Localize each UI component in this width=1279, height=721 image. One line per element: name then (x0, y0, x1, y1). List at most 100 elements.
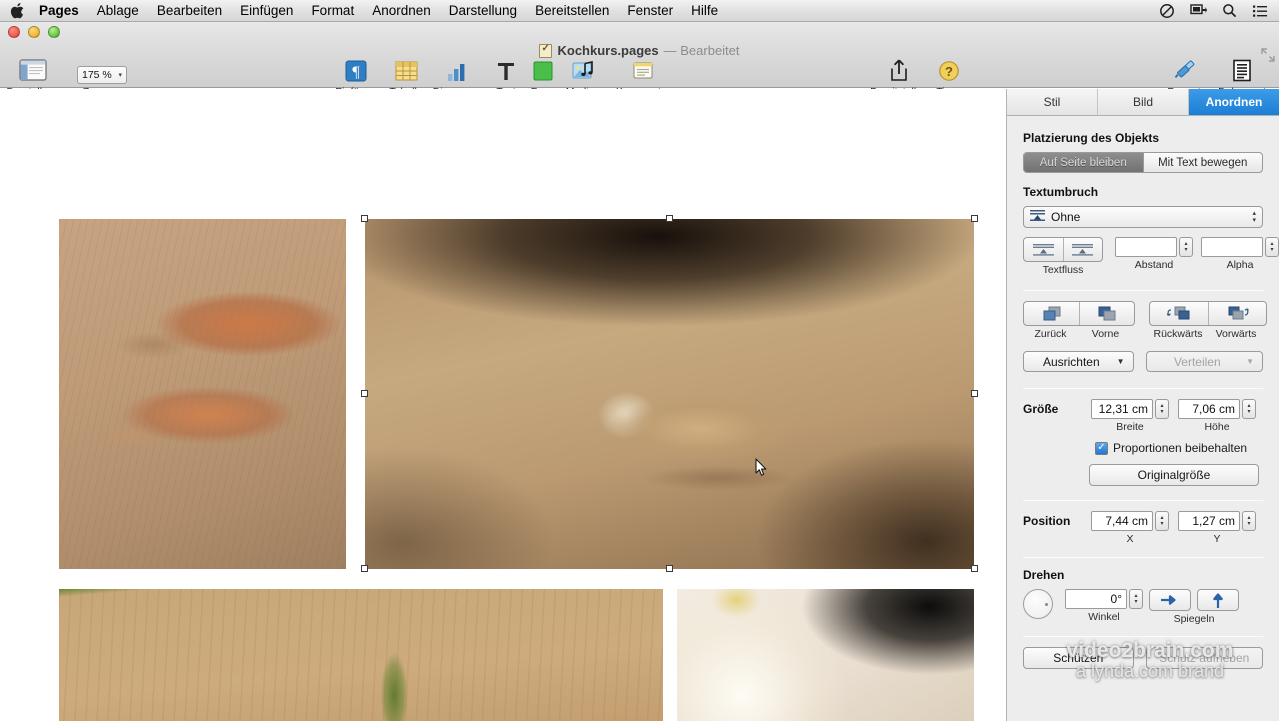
menu-item-bereitstellen[interactable]: Bereitstellen (526, 0, 618, 21)
constrain-proportions-checkbox[interactable]: ✓ (1095, 441, 1108, 455)
selection-handle-top-center[interactable] (666, 215, 673, 222)
menu-item-format[interactable]: Format (302, 0, 363, 21)
menu-item-einfuegen[interactable]: Einfügen (231, 0, 302, 21)
size-height-stepper[interactable]: ▴ ▾ (1242, 399, 1256, 419)
shape-square-icon (532, 58, 554, 82)
flip-label: Spiegeln (1173, 613, 1215, 625)
bring-forward-button[interactable] (1208, 302, 1266, 325)
size-height-label: Höhe (1204, 421, 1230, 433)
blurred-light-photo[interactable] (677, 589, 974, 721)
unlock-label: Schutz aufheben (1159, 651, 1250, 665)
rotation-angle-label: Winkel (1088, 611, 1120, 623)
maximize-button[interactable] (48, 26, 60, 38)
send-backward-button[interactable] (1150, 302, 1208, 325)
lock-label: Schützen (1053, 651, 1104, 665)
object-placement-segmented-control[interactable]: Auf Seite bleiben Mit Text bewegen (1023, 152, 1263, 173)
section-title-placement: Platzierung des Objekts (1023, 131, 1160, 145)
wrap-spacing-stepper[interactable]: ▴ ▾ (1179, 237, 1193, 257)
selection-handle-middle-right[interactable] (971, 390, 978, 397)
flip-horizontal-icon (1161, 595, 1176, 605)
section-title-position: Position (1023, 514, 1071, 528)
position-x-input[interactable]: 7,44 cm (1091, 511, 1153, 531)
selection-handle-top-right[interactable] (971, 215, 978, 222)
search-icon[interactable] (1220, 3, 1238, 19)
position-y-label: Y (1213, 533, 1221, 545)
send-to-back-button[interactable] (1024, 302, 1079, 325)
media-note-icon (571, 58, 595, 82)
lock-button[interactable]: Schützen (1023, 647, 1134, 669)
menu-item-hilfe[interactable]: Hilfe (682, 0, 727, 21)
distribute-popup-button[interactable]: Verteilen ▼ (1145, 351, 1263, 372)
wrap-spacing-input[interactable] (1115, 237, 1177, 257)
window-toolbar: Kochkurs.pages — Bearbeitet (0, 22, 1279, 98)
wrap-alpha-input[interactable] (1201, 237, 1263, 257)
text-wrap-select[interactable]: Ohne ▴ ▾ (1023, 206, 1263, 228)
selection-handle-top-left[interactable] (361, 215, 368, 222)
align-label: Ausrichten (1042, 354, 1100, 369)
constrain-proportions-label: Proportionen beibehalten (1113, 441, 1248, 455)
position-x-stepper[interactable]: ▴ ▾ (1155, 511, 1169, 531)
bring-to-front-button[interactable] (1079, 302, 1134, 325)
selection-handle-bottom-left[interactable] (361, 565, 368, 572)
divider (1023, 290, 1263, 291)
minimize-button[interactable] (28, 26, 40, 38)
menu-item-fenster[interactable]: Fenster (618, 0, 682, 21)
text-flow-left-button[interactable] (1024, 238, 1063, 261)
tab-stil[interactable]: Stil (1007, 89, 1098, 115)
apple-logo-icon[interactable] (0, 2, 30, 19)
layer-absolute-button-group[interactable] (1023, 301, 1135, 326)
rotation-dial[interactable] (1023, 589, 1053, 619)
menu-item-ablage[interactable]: Ablage (88, 0, 148, 21)
zoom-level-field[interactable]: 175 % ▾ (77, 66, 127, 84)
text-wrap-glyph-icon (1030, 210, 1045, 224)
menu-item-pages[interactable]: Pages (30, 0, 88, 21)
text-flow-button-group[interactable] (1023, 237, 1103, 262)
flip-horizontal-button[interactable] (1149, 589, 1191, 611)
tab-bild[interactable]: Bild (1098, 89, 1189, 115)
placement-option-stay-on-page[interactable]: Auf Seite bleiben (1024, 153, 1143, 172)
text-flow-right-button[interactable] (1062, 238, 1102, 261)
document-lines-icon (1232, 58, 1252, 82)
constrain-proportions-row[interactable]: ✓ Proportionen beibehalten (1095, 441, 1263, 455)
chevron-down-icon: ▼ (1116, 357, 1125, 366)
divider (1023, 500, 1263, 501)
shallots-photo[interactable] (59, 219, 346, 569)
layer-relative-button-group[interactable] (1149, 301, 1267, 326)
format-brush-icon (1172, 58, 1196, 82)
bring-to-front-label: Vorne (1091, 328, 1120, 340)
wrap-spacing-label: Abstand (1134, 259, 1174, 271)
close-button[interactable] (8, 26, 20, 38)
tab-anordnen[interactable]: Anordnen (1189, 89, 1279, 115)
menu-item-bearbeiten[interactable]: Bearbeiten (148, 0, 231, 21)
screen-share-icon[interactable] (1189, 3, 1207, 19)
do-not-disturb-icon[interactable] (1158, 3, 1176, 19)
garlic-sprout-photo[interactable] (59, 589, 663, 721)
share-upload-icon (888, 58, 910, 82)
position-y-input[interactable]: 1,27 cm (1178, 511, 1240, 531)
position-x-label: X (1126, 533, 1134, 545)
chart-bars-icon (445, 58, 469, 82)
flip-vertical-icon (1213, 593, 1223, 608)
menu-item-anordnen[interactable]: Anordnen (363, 0, 440, 21)
flip-vertical-button[interactable] (1197, 589, 1239, 611)
align-popup-button[interactable]: Ausrichten ▼ (1023, 351, 1134, 372)
size-width-input[interactable]: 12,31 cm (1091, 399, 1153, 419)
list-menu-icon[interactable] (1251, 3, 1269, 19)
comment-note-icon (631, 58, 655, 82)
selection-handle-bottom-right[interactable] (971, 565, 978, 572)
position-y-stepper[interactable]: ▴ ▾ (1242, 511, 1256, 531)
wrap-alpha-stepper[interactable]: ▴ ▾ (1265, 237, 1279, 257)
unlock-button[interactable]: Schutz aufheben (1145, 647, 1263, 669)
original-size-button[interactable]: Originalgröße (1089, 464, 1259, 486)
selection-handle-bottom-center[interactable] (666, 565, 673, 572)
ginger-photo[interactable] (365, 219, 974, 569)
rotation-angle-input[interactable]: 0° (1065, 589, 1127, 609)
selection-handle-middle-left[interactable] (361, 390, 368, 397)
placement-option-move-with-text[interactable]: Mit Text bewegen (1142, 153, 1263, 172)
size-width-stepper[interactable]: ▴ ▾ (1155, 399, 1169, 419)
size-height-input[interactable]: 7,06 cm (1178, 399, 1240, 419)
help-question-icon: ? (938, 58, 960, 82)
rotation-angle-stepper[interactable]: ▴ ▾ (1129, 589, 1143, 609)
document-canvas[interactable] (0, 89, 1006, 721)
menu-item-darstellung[interactable]: Darstellung (440, 0, 526, 21)
